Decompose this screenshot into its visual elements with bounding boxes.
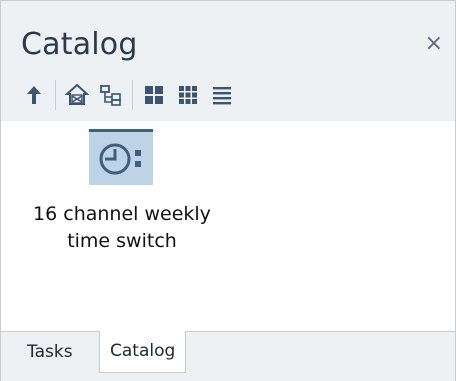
tab-tasks[interactable]: Tasks [17, 332, 83, 372]
catalog-item-label-line2: time switch [67, 230, 177, 252]
home-button[interactable] [60, 78, 94, 112]
list-view-button[interactable] [205, 78, 239, 112]
panel-title: Catalog [21, 27, 138, 62]
list-view-icon [213, 87, 231, 105]
home-icon [65, 83, 89, 105]
catalog-item-label[interactable]: 16 channel weekly time switch [7, 201, 237, 255]
tree-view-button[interactable] [94, 78, 128, 112]
large-icons-view-icon [145, 86, 163, 104]
tree-view-icon [100, 85, 121, 106]
up-arrow-icon [27, 86, 41, 104]
toolbar-separator [132, 80, 133, 110]
catalog-item-tile[interactable] [89, 129, 153, 185]
toolbar-separator [55, 80, 56, 110]
catalog-item-label-line1: 16 channel weekly [33, 203, 211, 225]
tab-catalog[interactable]: Catalog [99, 331, 187, 373]
small-icons-view-button[interactable] [171, 78, 205, 112]
bottom-tabs: Tasks Catalog [1, 331, 455, 381]
toolbar [17, 77, 239, 113]
catalog-panel: Catalog × 16 channel weekly time switch … [0, 0, 456, 381]
catalog-content: 16 channel weekly time switch [1, 121, 455, 331]
up-button[interactable] [17, 78, 51, 112]
small-icons-view-icon [179, 86, 197, 104]
close-button[interactable]: × [425, 33, 443, 55]
time-switch-icon [99, 143, 141, 174]
panel-header: Catalog × [1, 1, 455, 121]
large-icons-view-button[interactable] [137, 78, 171, 112]
